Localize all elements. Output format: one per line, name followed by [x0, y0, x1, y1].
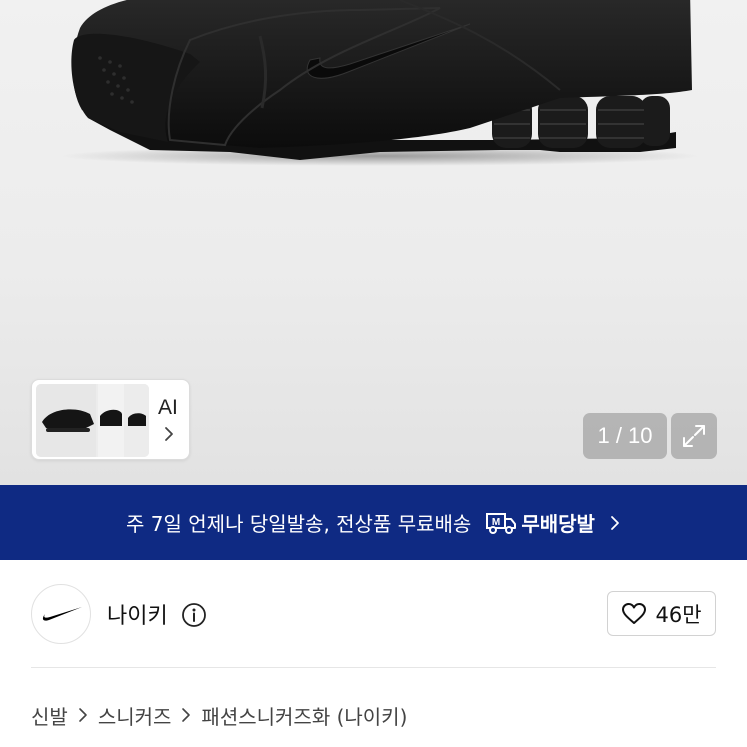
product-image-gallery[interactable]: AI 1 / 10: [0, 0, 747, 485]
ai-thumbnail-card[interactable]: AI: [31, 379, 190, 460]
breadcrumb-item-sneakers[interactable]: 스니커즈: [98, 701, 172, 730]
like-button[interactable]: 46만: [607, 591, 716, 636]
heart-icon: [622, 602, 647, 624]
info-icon[interactable]: [181, 602, 207, 628]
thumbnail-images: [36, 384, 149, 457]
brand-label: 무배당발: [521, 512, 595, 536]
nike-swoosh-icon: [42, 607, 82, 621]
chevron-right-icon: [79, 708, 87, 722]
image-counter: 1 / 10: [583, 413, 667, 459]
breadcrumb-item-shoes[interactable]: 신발: [31, 701, 68, 730]
divider: [31, 667, 716, 668]
delivery-truck-icon: M: [486, 512, 517, 534]
expand-icon: [683, 425, 705, 447]
breadcrumb: 신발 스니커즈 패션스니커즈화 (나이키): [31, 700, 407, 730]
shipping-banner[interactable]: 주 7일 언제나 당일발송, 전상품 무료배송 M 무배당발: [0, 485, 747, 560]
store-info: 나이키 46만: [0, 560, 747, 668]
ai-label: AI: [158, 396, 178, 419]
chevron-right-icon: [165, 427, 173, 441]
breadcrumb-item-fashion-sneakers[interactable]: 패션스니커즈화 (나이키): [201, 701, 407, 730]
store-name[interactable]: 나이키: [107, 598, 168, 630]
thumbnail-shoe-image: [36, 384, 149, 457]
free-shipping-badge: M 무배당발: [485, 508, 595, 537]
store-logo[interactable]: [31, 584, 91, 644]
shipping-message: 주 7일 언제나 당일발송, 전상품 무료배송: [126, 512, 472, 536]
like-count: 46만: [655, 602, 702, 627]
fullscreen-button[interactable]: [671, 413, 717, 459]
chevron-right-icon: [182, 708, 191, 722]
badge-letter: M: [492, 517, 500, 528]
chevron-right-icon: [611, 515, 619, 530]
